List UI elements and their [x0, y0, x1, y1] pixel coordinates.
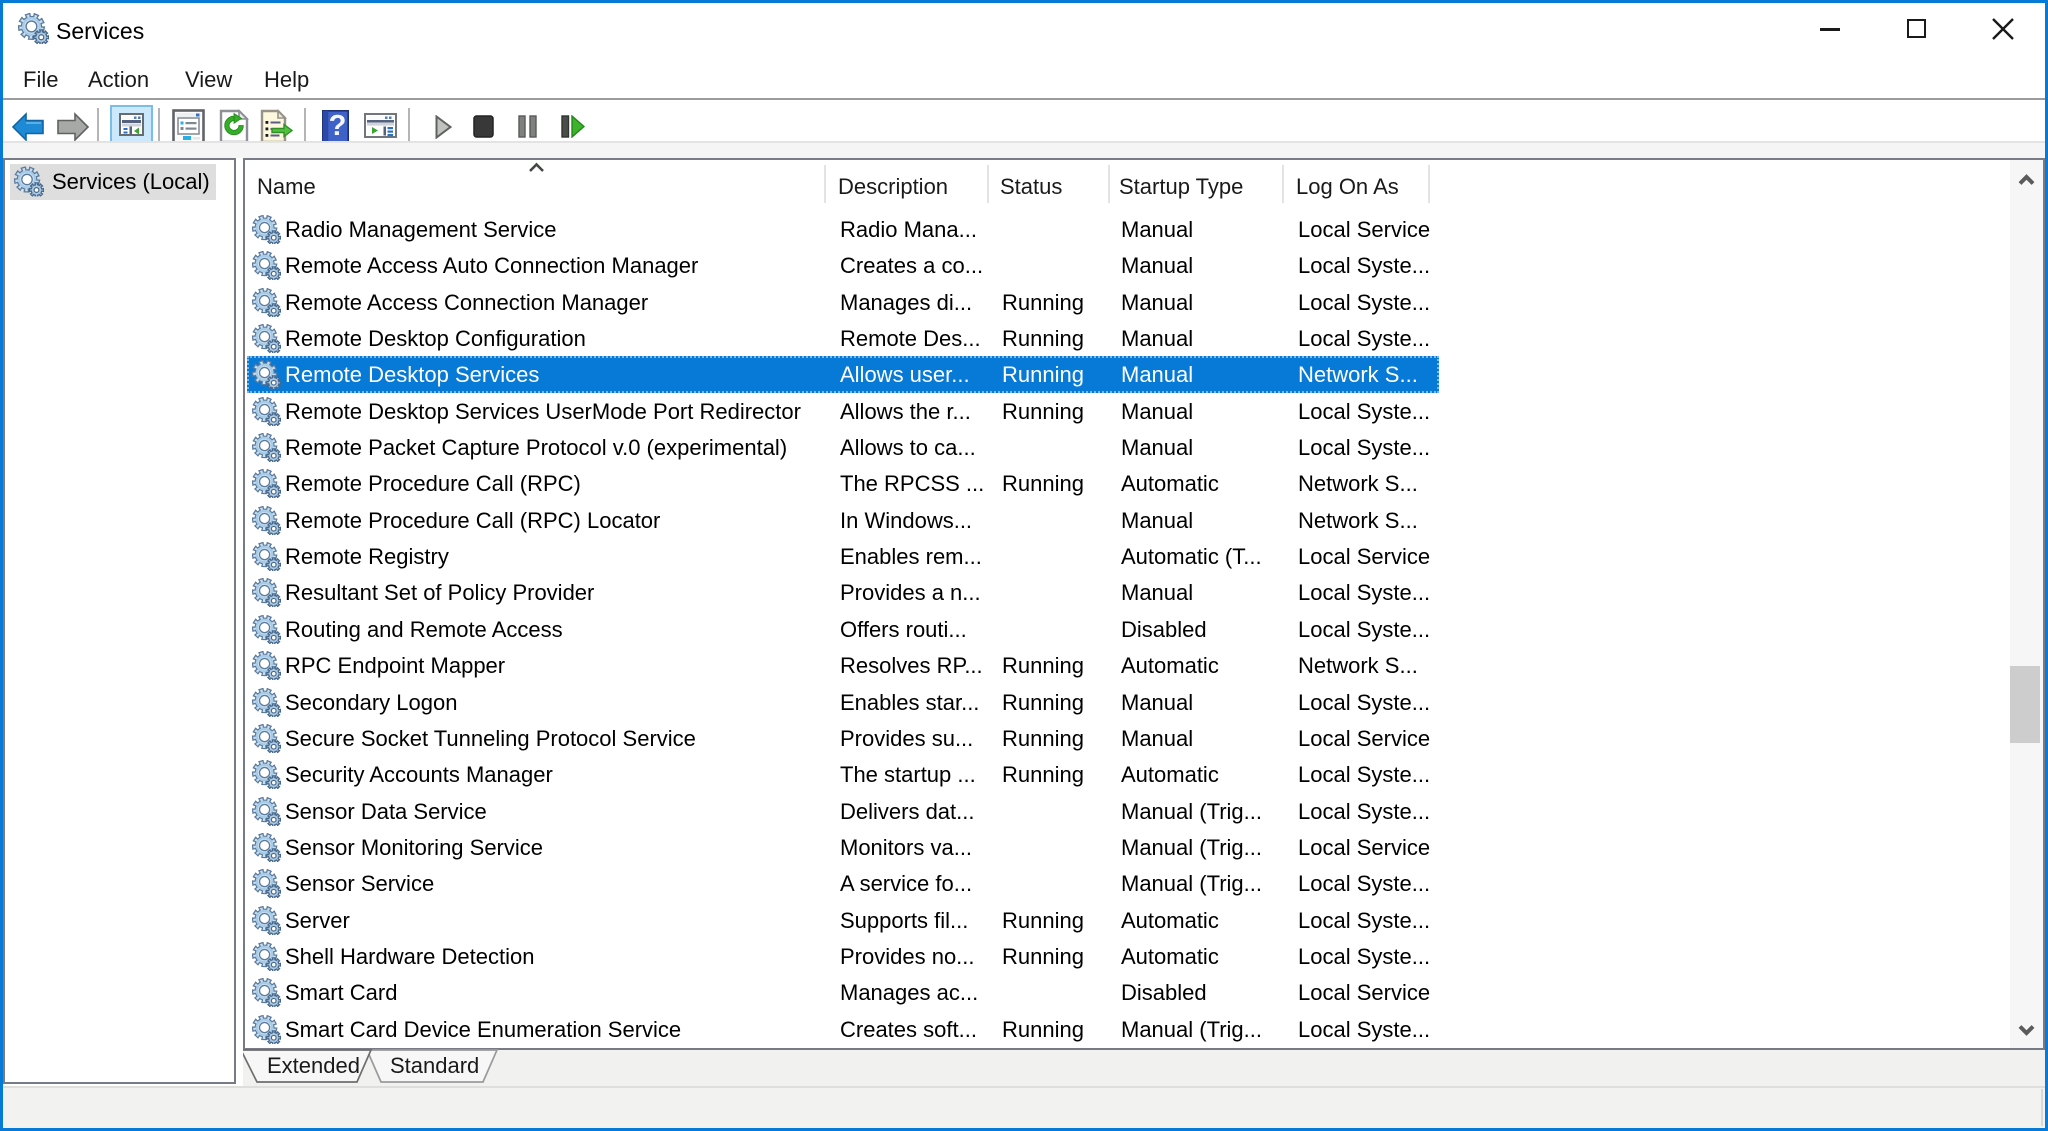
svg-text:?: ?	[329, 110, 347, 142]
